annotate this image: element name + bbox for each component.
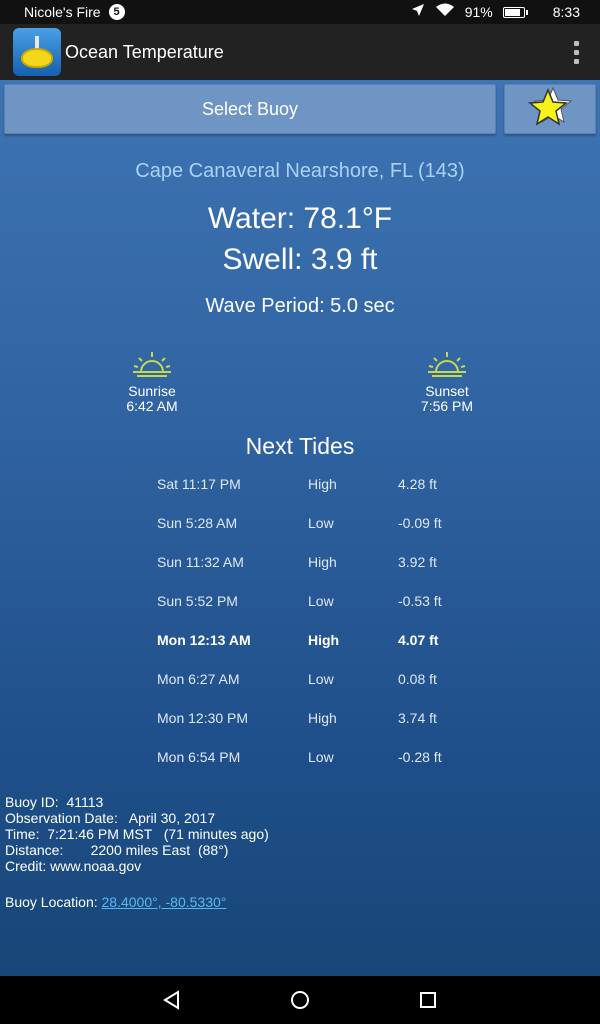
tide-time: Mon 6:27 AM: [157, 671, 240, 687]
tide-row: Mon 6:54 PM Low -0.28 ft: [157, 741, 457, 780]
tide-height: 3.74 ft: [398, 710, 437, 726]
recents-button[interactable]: [416, 988, 440, 1012]
tide-type: High: [308, 476, 337, 492]
tide-height: -0.53 ft: [398, 593, 442, 609]
sunrise-icon: [133, 352, 171, 377]
app-logo-icon: [13, 28, 61, 76]
buoy-id: Buoy ID: 41113: [5, 794, 104, 810]
buoy-location-link[interactable]: 28.4000°, -80.5330°: [102, 894, 227, 910]
tide-row: Sat 11:17 PM High 4.28 ft: [157, 468, 457, 507]
sunset-block: Sunset 7:56 PM: [387, 350, 507, 414]
tide-type: Low: [308, 515, 334, 531]
tide-row: Sun 5:28 AM Low -0.09 ft: [157, 507, 457, 546]
tide-type: High: [308, 710, 337, 726]
tide-type: Low: [308, 749, 334, 765]
wifi-icon: [435, 0, 455, 24]
swell-height: Swell: 3.9 ft: [222, 243, 378, 276]
buoy-location: Buoy Location: 28.4000°, -80.5330°: [5, 894, 226, 910]
favorites-button[interactable]: [504, 84, 596, 134]
buoy-distance: Distance: 2200 miles East (88°): [5, 842, 229, 858]
tide-row: Mon 6:27 AM Low 0.08 ft: [157, 663, 457, 702]
sunset-label: Sunset: [425, 383, 469, 399]
tide-row: Mon 12:30 PM High 3.74 ft: [157, 702, 457, 741]
tide-time: Sun 5:28 AM: [157, 515, 238, 531]
tide-height: 4.28 ft: [398, 476, 437, 492]
back-icon: [163, 990, 179, 1010]
tide-time: Mon 12:30 PM: [157, 710, 249, 726]
wave-period: Wave Period: 5.0 sec: [205, 295, 395, 317]
battery-percent: 91%: [464, 4, 493, 20]
sunrise-label: Sunrise: [128, 383, 176, 399]
tide-type: Low: [308, 671, 334, 687]
buoy-name: Cape Canaveral Nearshore, FL (143): [135, 160, 465, 182]
tide-row-next: Mon 12:13 AM High 4.07 ft: [157, 624, 457, 663]
water-temperature: Water: 78.1°F: [207, 202, 393, 235]
buoy-location-label: Buoy Location:: [5, 894, 102, 910]
star-icon: [527, 85, 573, 134]
tide-time: Sat 11:17 PM: [157, 476, 241, 492]
home-icon: [291, 991, 309, 1009]
tide-row: Sun 5:52 PM Low -0.53 ft: [157, 585, 457, 624]
home-button[interactable]: [288, 988, 312, 1012]
tide-type: High: [308, 632, 340, 648]
tide-time: Mon 12:13 AM: [157, 632, 251, 648]
battery-icon: [502, 6, 528, 18]
notification-count-badge: 5: [108, 4, 125, 20]
app-title: Ocean Temperature: [65, 41, 224, 62]
tide-time: Sun 11:32 AM: [157, 554, 244, 570]
clock: 8:33: [552, 4, 580, 20]
recents-icon: [420, 992, 436, 1008]
app-bar: Ocean Temperature: [0, 24, 600, 80]
back-button[interactable]: [160, 988, 184, 1012]
buoy-info: Buoy ID: 41113 Observation Date: April 3…: [5, 794, 269, 874]
sunset-icon: [428, 352, 466, 377]
tide-height: 0.08 ft: [398, 671, 437, 687]
navigation-bar: [0, 976, 600, 1024]
tide-height: 3.92 ft: [398, 554, 437, 570]
tide-type: High: [308, 554, 337, 570]
tides-table: Sat 11:17 PM High 4.28 ft Sun 5:28 AM Lo…: [157, 468, 457, 780]
tide-time: Mon 6:54 PM: [157, 749, 241, 765]
tide-time: Sun 5:52 PM: [157, 593, 238, 609]
location-icon: [411, 0, 425, 24]
tide-type: Low: [308, 593, 334, 609]
observation-date: Observation Date: April 30, 2017: [5, 810, 216, 826]
select-buoy-button[interactable]: Select Buoy: [4, 84, 496, 134]
sunrise-block: Sunrise 6:42 AM: [92, 350, 212, 414]
sunrise-time: 6:42 AM: [126, 398, 178, 414]
tide-height: -0.09 ft: [398, 515, 442, 531]
sunset-time: 7:56 PM: [420, 398, 474, 414]
main-content: Select Buoy Cape Canaveral Nearshore, FL…: [0, 80, 600, 976]
tide-height: 4.07 ft: [398, 632, 439, 648]
tide-row: Sun 11:32 AM High 3.92 ft: [157, 546, 457, 585]
overflow-menu-icon[interactable]: [552, 24, 600, 80]
tides-title: Next Tides: [245, 433, 355, 459]
tide-height: -0.28 ft: [398, 749, 442, 765]
observation-time: Time: 7:21:46 PM MST (71 minutes ago): [5, 826, 269, 842]
credit: Credit: www.noaa.gov: [5, 858, 142, 874]
status-bar: Nicole's Fire 5 91% 8:33: [0, 0, 600, 24]
device-name: Nicole's Fire: [24, 4, 101, 20]
